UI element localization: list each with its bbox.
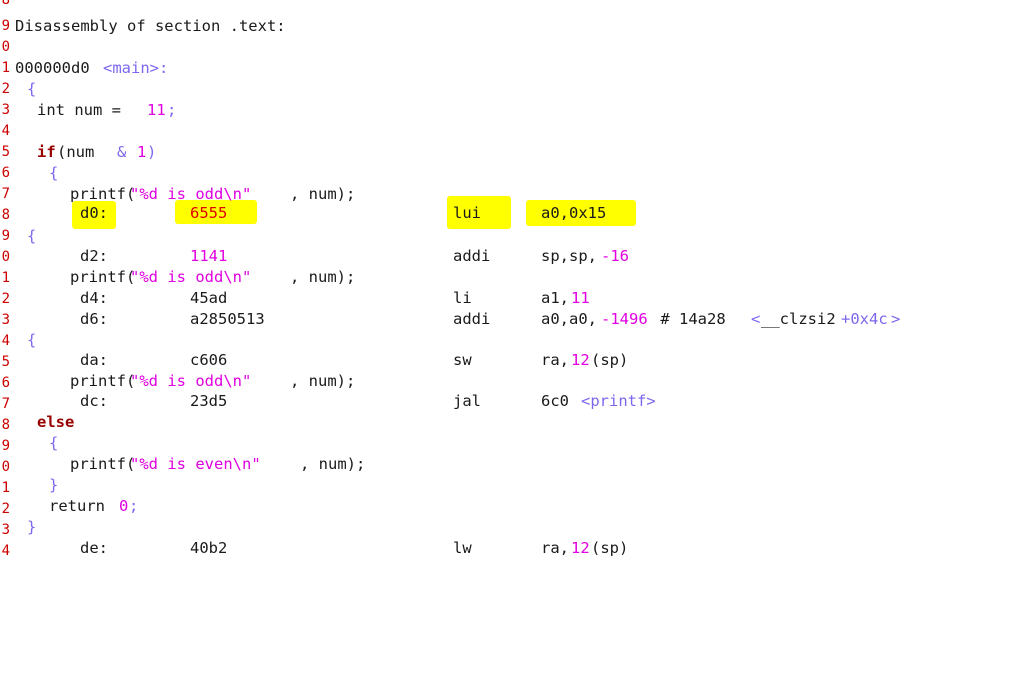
instruction-row: de: 40b2 lw ra, 12 (sp)	[80, 539, 629, 557]
section-header: Disassembly of section .text:	[15, 17, 286, 35]
disassembly-editor: 8 9 0 1 2 3 4 5 6 7 8 9 0 1 2 3 4 5 6 7 …	[0, 0, 1026, 579]
source-line: if (num & 1 )	[37, 143, 157, 161]
source-line: {	[27, 227, 37, 245]
function-label: 000000d0 <main>:	[15, 59, 169, 77]
source-line: printf( "%d is even\n" , num);	[70, 455, 366, 473]
line-number: 8	[1, 0, 10, 8]
source-line: {	[49, 164, 59, 182]
instruction-row: d6: a2850513 addi a0,a0, -1496 # 14a28 <…	[80, 310, 901, 328]
source-line: return 0 ;	[49, 497, 139, 515]
instruction-row: d0: 6555 lui a0,0x15	[80, 204, 607, 222]
source-line: printf( "%d is odd\n" , num);	[70, 268, 356, 286]
source-line: else	[37, 413, 75, 431]
source-line: {	[49, 434, 59, 452]
instruction-row: da: c606 sw ra, 12 (sp)	[80, 351, 629, 369]
instruction-row: d4: 45ad li a1, 11	[80, 289, 590, 307]
source-line: }	[49, 476, 59, 494]
source-line: printf( "%d is odd\n" , num);	[70, 185, 356, 203]
instruction-row: d2: 1141 addi sp,sp, -16	[80, 247, 629, 265]
source-line: }	[27, 518, 37, 536]
source-line: printf( "%d is odd\n" , num);	[70, 372, 356, 390]
source-line: {	[27, 331, 37, 349]
instruction-row: dc: 23d5 jal 6c0 <printf>	[80, 392, 656, 410]
source-line: {	[27, 80, 37, 98]
source-line: int num = 11 ;	[37, 101, 177, 119]
